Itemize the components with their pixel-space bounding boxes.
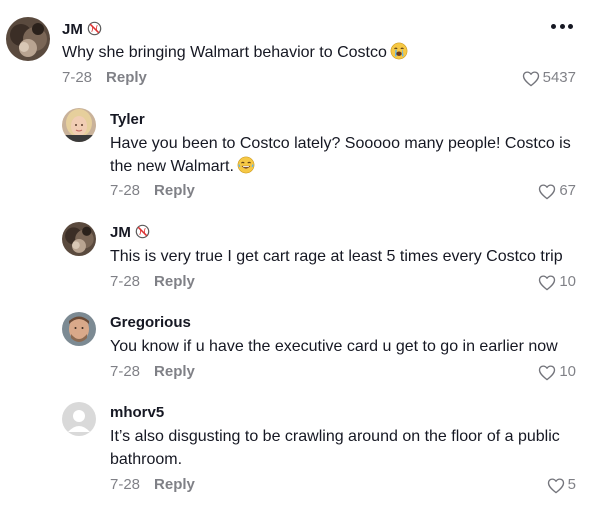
- more-options-icon[interactable]: [551, 22, 573, 30]
- like-button[interactable]: 5: [547, 476, 576, 494]
- comment-date: 7-28: [110, 476, 141, 493]
- heart-icon: [547, 477, 564, 493]
- heart-icon: [539, 364, 556, 380]
- comment-text: You know if u have the executive card u …: [110, 338, 558, 355]
- reply-button[interactable]: Reply: [154, 182, 195, 199]
- like-button[interactable]: 5437: [522, 69, 576, 87]
- like-count: 5: [567, 476, 576, 493]
- avatar[interactable]: [6, 17, 50, 61]
- no-baseball-icon: [87, 21, 102, 36]
- like-button[interactable]: 10: [538, 363, 576, 381]
- comment-text-line: Have you been to Costco lately? Sooooo m…: [110, 135, 571, 152]
- like-button[interactable]: 67: [538, 182, 576, 200]
- comment-date: 7-28: [110, 182, 141, 199]
- reply-button[interactable]: Reply: [154, 273, 195, 290]
- like-count: 10: [559, 273, 576, 290]
- crying-face-emoji: [390, 42, 408, 60]
- comment-text-content: Why she bringing Walmart behavior to Cos…: [62, 44, 387, 61]
- username[interactable]: JM: [110, 224, 150, 242]
- comment-meta: 7-28 Reply: [62, 69, 147, 87]
- heart-icon: [522, 70, 539, 86]
- avatar[interactable]: [62, 108, 96, 142]
- like-count: 10: [559, 363, 576, 380]
- comment-text-line: bathroom.: [110, 451, 183, 468]
- comment-meta: 7-28 Reply: [110, 273, 195, 291]
- username[interactable]: Gregorious: [110, 314, 191, 332]
- like-count: 67: [559, 182, 576, 199]
- heart-icon: [539, 274, 556, 290]
- no-baseball-icon: [135, 224, 150, 239]
- username[interactable]: Tyler: [110, 111, 145, 129]
- comment-date: 7-28: [62, 69, 93, 86]
- reply-button[interactable]: Reply: [154, 363, 195, 380]
- comment-date: 7-28: [110, 363, 141, 380]
- comment-meta: 7-28 Reply: [110, 476, 195, 494]
- comment-text: It’s also disgusting to be crawling arou…: [110, 425, 560, 471]
- comment-text: Have you been to Costco lately? Sooooo m…: [110, 132, 571, 178]
- reply-button[interactable]: Reply: [154, 476, 195, 493]
- comment-text-line: the new Walmart.: [110, 155, 571, 178]
- username[interactable]: JM: [62, 21, 102, 39]
- username[interactable]: mhorv5: [110, 404, 164, 422]
- like-button[interactable]: 10: [538, 273, 576, 291]
- comment-text-line2: the new Walmart.: [110, 158, 234, 175]
- comment-text: This is very true I get cart rage at lea…: [110, 248, 563, 265]
- laughing-tears-emoji: [237, 156, 255, 174]
- comment-text: Why she bringing Walmart behavior to Cos…: [62, 41, 408, 64]
- comment-date: 7-28: [110, 273, 141, 290]
- username-text[interactable]: JM: [62, 21, 83, 38]
- avatar[interactable]: [62, 222, 96, 256]
- reply-button[interactable]: Reply: [106, 69, 147, 86]
- avatar[interactable]: [62, 312, 96, 346]
- heart-icon: [539, 183, 556, 199]
- username-text[interactable]: JM: [110, 224, 131, 241]
- comment-meta: 7-28 Reply: [110, 182, 195, 200]
- comment-text-line: It’s also disgusting to be crawling arou…: [110, 428, 560, 445]
- default-avatar-icon[interactable]: [62, 402, 96, 436]
- comment-meta: 7-28 Reply: [110, 363, 195, 381]
- like-count: 5437: [542, 69, 576, 86]
